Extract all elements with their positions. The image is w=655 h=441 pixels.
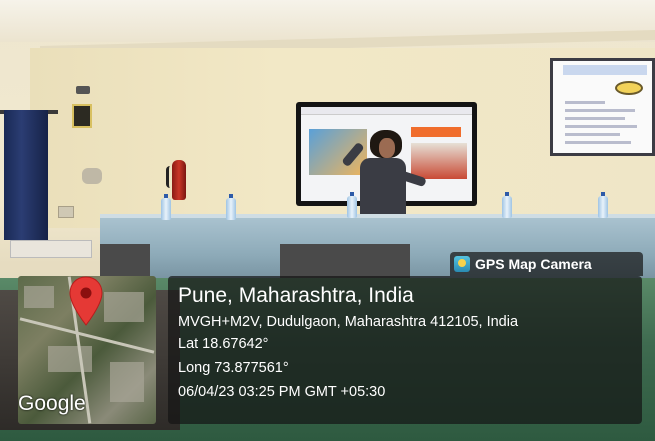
- latitude-line: Lat 18.67642°: [178, 336, 269, 352]
- timestamp-line: 06/04/23 03:25 PM GMT +05:30: [178, 384, 386, 400]
- water-bottle: [598, 192, 608, 218]
- fire-extinguisher: [172, 160, 186, 200]
- presenter-face: [379, 138, 395, 158]
- google-watermark: Google: [18, 392, 86, 415]
- water-bottle: [161, 194, 171, 220]
- vision-poster: [550, 58, 655, 156]
- address-line: MVGH+M2V, Dudulgaon, Maharashtra 412105,…: [178, 314, 519, 330]
- side-table: [10, 240, 92, 258]
- wall-sign: [72, 104, 92, 128]
- water-bottle: [226, 194, 236, 220]
- badge-label: GPS Map Camera: [475, 256, 592, 272]
- water-bottle: [502, 192, 512, 218]
- gps-map-camera-badge: GPS Map Camera: [450, 252, 643, 276]
- location-title: Pune, Maharashtra, India: [178, 284, 414, 307]
- longitude-line: Long 73.877561°: [178, 360, 289, 376]
- location-pin-icon: [69, 276, 103, 326]
- cctv-camera: [82, 168, 102, 184]
- switchboard: [58, 206, 74, 218]
- eye-icon: [615, 81, 643, 95]
- wall-lamp: [76, 86, 90, 94]
- water-bottle: [347, 192, 357, 218]
- gps-map-camera-icon: [454, 256, 470, 272]
- curtain: [4, 110, 48, 240]
- location-overlay: Pune, Maharashtra, India MVGH+M2V, Dudul…: [168, 276, 642, 424]
- satellite-map-thumbnail: Google: [18, 276, 156, 424]
- presenter-body: [360, 158, 406, 218]
